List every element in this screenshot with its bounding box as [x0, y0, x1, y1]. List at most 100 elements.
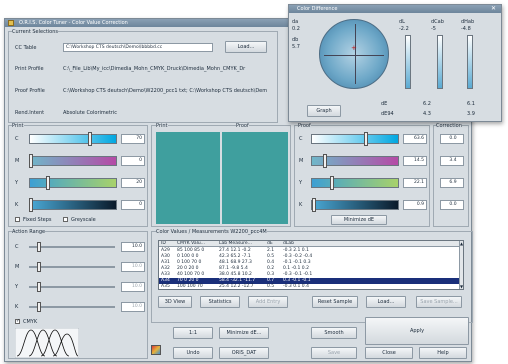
add-entry-button[interactable]: Add Entry [248, 296, 288, 308]
scroll-down-icon[interactable]: ▼ [460, 284, 463, 289]
proof-m-value-field[interactable]: 14.5 [403, 156, 427, 166]
print-m-slider-handle[interactable] [29, 154, 33, 168]
window-close-icon[interactable]: ✕ [491, 5, 496, 13]
range-m-value-field[interactable]: 10.0 [121, 262, 145, 272]
undo-button[interactable]: Undo [173, 347, 213, 359]
range-m-track[interactable] [29, 266, 115, 268]
3d-view-button[interactable]: 3D View [158, 296, 192, 308]
da-label: da [292, 19, 299, 25]
oris-dat-button[interactable]: ORIS_DAT [219, 347, 269, 359]
proof-y-value-field[interactable]: 22.1 [403, 178, 427, 188]
table-row[interactable]: A35 100 100 70 25.4 12.2 -12.7 0.5 -0.3 0.1 … [159, 284, 459, 289]
proof-profile-label: Proof Profile [15, 88, 45, 94]
print-k-value-field[interactable]: 0 [121, 200, 145, 210]
print-y-gradient[interactable] [29, 178, 117, 188]
print-y-slider-handle[interactable] [45, 176, 50, 190]
range-k-slider-handle[interactable] [37, 302, 42, 312]
table-body: A29 85 100 85 0 27.4 12.1 -0.2 2.1 -0.3 2.1 … [159, 248, 459, 289]
correction-header: Correction [436, 123, 462, 129]
load-sample-button[interactable]: Load... [366, 296, 406, 308]
correction-c-field[interactable]: 0.0 [440, 134, 464, 144]
proof-k-gradient[interactable] [311, 200, 399, 210]
de94-value: 4.3 [423, 111, 431, 117]
de-extra-value: 6.1 [467, 101, 475, 107]
print-m-value-field[interactable]: 0 [121, 156, 145, 166]
dcab-bar [437, 35, 443, 89]
statistics-button[interactable]: Statistics [200, 296, 240, 308]
proof-c-gradient[interactable] [311, 134, 399, 144]
range-m-slider-handle[interactable] [37, 262, 42, 272]
print-y-value-field[interactable]: 20 [121, 178, 145, 188]
col-header-lab[interactable]: Lab Measure... [219, 241, 252, 247]
col-header-cmyk[interactable]: CMYK Valu... [177, 241, 205, 247]
apply-button[interactable]: Apply [365, 317, 469, 345]
range-y-track[interactable] [29, 286, 115, 288]
proof-k-slider-handle[interactable] [311, 198, 316, 212]
proof-m-slider-handle[interactable] [323, 154, 328, 168]
table-scrollbar[interactable]: ▲ ▼ [459, 241, 463, 289]
col-header-de[interactable]: dE [267, 241, 273, 247]
range-c-track[interactable] [29, 246, 115, 248]
print-k-slider-handle[interactable] [29, 198, 33, 212]
save-sample-button[interactable]: Save Sample... [416, 296, 462, 308]
print-c-gradient[interactable] [29, 134, 117, 144]
preview-print-swatch [156, 132, 220, 224]
dl-bar [405, 35, 411, 89]
range-c-value-field[interactable]: 10.0 [121, 242, 145, 252]
proof-y-slider-handle[interactable] [329, 176, 334, 190]
cc-table-field[interactable]: C:\Workshop CTS deutsch\Demo\lbbbbd.cc [63, 43, 213, 52]
db-value: 5.7 [292, 44, 300, 50]
proof-c-value-field[interactable]: 63.6 [403, 134, 427, 144]
proof-y-label: Y [299, 180, 303, 186]
measurements-header: Color Values / Measurements W2200_pcc4M [156, 229, 267, 235]
correction-k-field[interactable]: 0.0 [440, 200, 464, 210]
col-header-dlab[interactable]: dLab [283, 241, 294, 247]
load-cc-table-button[interactable]: Load... [225, 41, 267, 53]
minimize-de-button[interactable]: Minimize dE... [219, 327, 269, 339]
range-y-value-field[interactable]: 10.0 [121, 282, 145, 292]
proof-y-gradient[interactable] [311, 178, 399, 188]
close-button[interactable]: Close [365, 347, 413, 359]
range-c-slider-handle[interactable] [37, 242, 42, 252]
range-m-label: M [15, 264, 20, 270]
range-k-value-field[interactable]: 10.0 [121, 302, 145, 312]
print-profile-label: Print Profile [15, 66, 44, 72]
print-c-value-field[interactable]: 70 [121, 134, 145, 144]
minimize-de-proof-button[interactable]: Minimize dE [331, 215, 387, 225]
db-label: db [292, 37, 299, 43]
proof-c-slider-handle[interactable] [364, 132, 369, 146]
range-k-label: K [15, 304, 19, 310]
range-y-slider-handle[interactable] [37, 282, 42, 292]
current-selections-header: Current Selections [12, 29, 59, 35]
color-tool-icon[interactable] [151, 345, 161, 355]
print-m-gradient[interactable] [29, 156, 117, 166]
cmyk-checkbox[interactable]: ✓ [15, 318, 20, 324]
greyscale-checkbox[interactable] [63, 217, 68, 222]
save-button[interactable]: Save [311, 347, 357, 359]
curve-plot-background [15, 328, 79, 358]
correction-m-field[interactable]: 3.4 [440, 156, 464, 166]
one-to-one-button[interactable]: 1:1 [173, 327, 213, 339]
scroll-up-icon[interactable]: ▲ [460, 241, 463, 246]
color-difference-window: Color Difference ✕ da 0.2 db 5.7 + dL -2… [288, 4, 502, 122]
col-header-id[interactable]: ID [161, 241, 166, 247]
print-m-label: M [15, 158, 20, 164]
print-c-slider-handle[interactable] [87, 132, 92, 146]
measurements-group: Color Values / Measurements W2200_pcc4M … [151, 229, 473, 323]
dhab-label: dHab [461, 19, 475, 25]
help-button[interactable]: Help [419, 347, 467, 359]
range-k-track[interactable] [29, 306, 115, 308]
preview-proof-swatch [222, 132, 288, 224]
table-cell: 25.4 12.2 -12.7 [219, 284, 254, 289]
print-k-gradient[interactable] [29, 200, 117, 210]
correction-y-field[interactable]: 6.9 [440, 178, 464, 188]
smooth-button[interactable]: Smooth [311, 327, 357, 339]
reset-sample-button[interactable]: Reset Sample [312, 296, 358, 308]
dl-label: dL [399, 19, 405, 25]
table-cell: 0.5 [267, 284, 275, 289]
graph-button[interactable]: Graph [307, 105, 341, 117]
main-title: O.R.I.S. Color Tuner - Color Value Corre… [19, 20, 128, 26]
fixed-steps-checkbox[interactable] [15, 217, 20, 222]
lab-difference-disc: + [319, 19, 389, 89]
proof-k-value-field[interactable]: 0.9 [403, 200, 427, 210]
